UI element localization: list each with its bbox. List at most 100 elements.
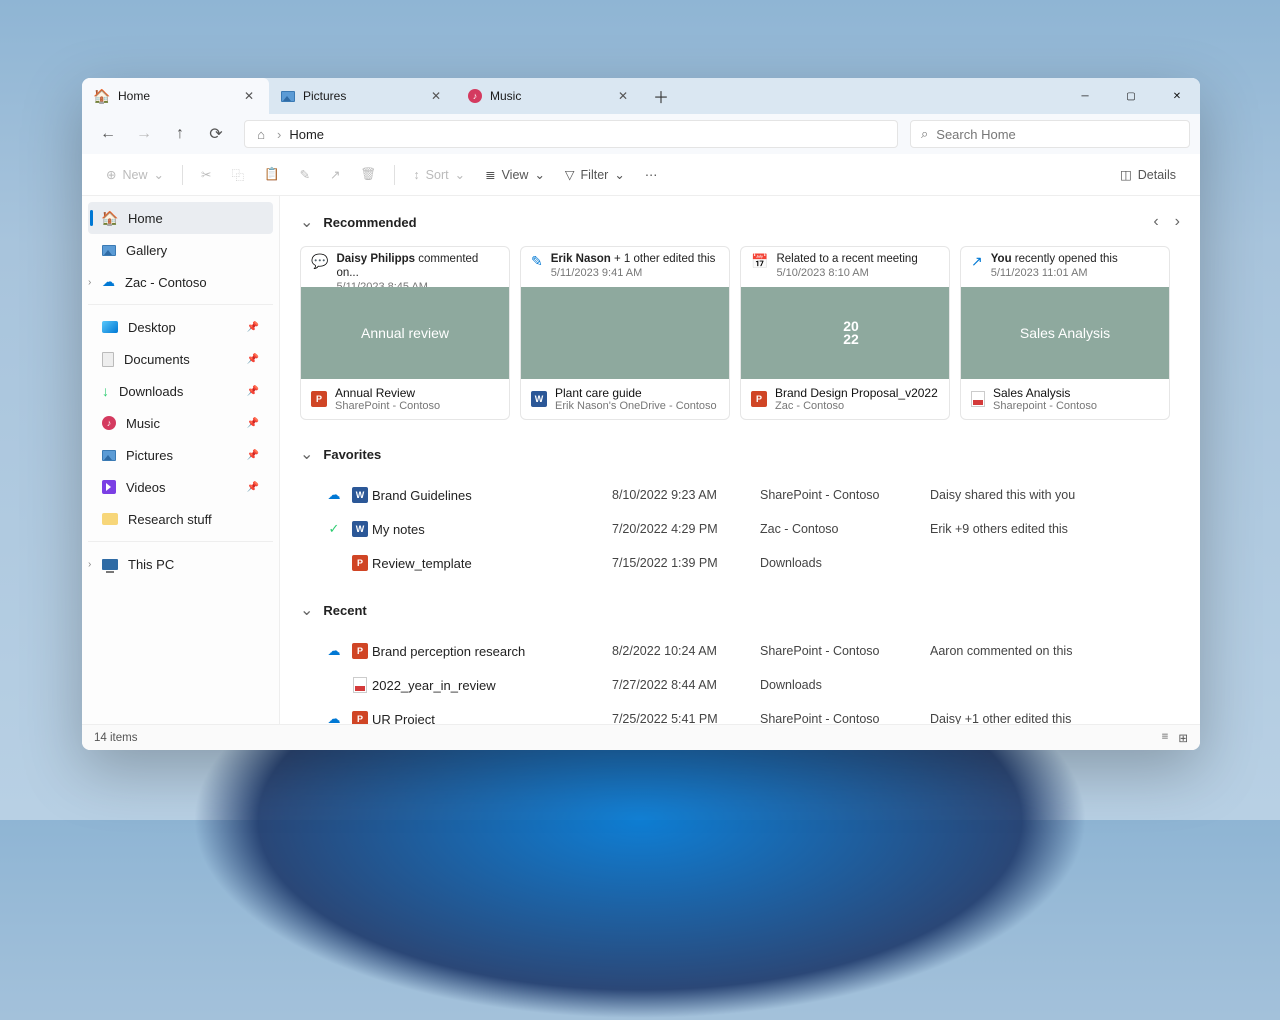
- file-name: Brand perception research: [372, 644, 612, 659]
- close-button[interactable]: ✕: [1154, 78, 1200, 114]
- card-thumbnail: Sales Analysis: [961, 287, 1169, 379]
- section-label: Favorites: [323, 447, 381, 462]
- add-tab-button[interactable]: ＋: [643, 78, 679, 114]
- recommended-card[interactable]: ↗You recently opened this5/11/2023 11:01…: [960, 246, 1170, 420]
- sidebar-item-label: Music: [126, 416, 160, 431]
- next-button[interactable]: ›: [1175, 213, 1180, 231]
- file-date: 8/10/2022 9:23 AM: [612, 488, 760, 502]
- sidebar-item-gallery[interactable]: Gallery: [88, 234, 273, 266]
- sidebar-item-zac-contoso[interactable]: ›☁Zac - Contoso: [88, 266, 273, 298]
- filter-button[interactable]: ▽ Filter ⌄: [557, 161, 633, 189]
- file-row[interactable]: ✓WMy notes7/20/2022 4:29 PMZac - Contoso…: [300, 512, 1180, 546]
- address-input[interactable]: ⌂ › Home: [244, 120, 898, 148]
- share-button[interactable]: ↗: [322, 161, 348, 189]
- tab-pictures[interactable]: Pictures ✕: [269, 78, 456, 114]
- card-title: Sales Analysis: [993, 386, 1097, 400]
- refresh-button[interactable]: ⟳: [200, 118, 232, 150]
- card-time: 5/11/2023 9:41 AM: [551, 267, 716, 279]
- sidebar-item-documents[interactable]: Documents📌: [88, 343, 273, 375]
- card-title: Annual Review: [335, 386, 440, 400]
- card-location: Erik Nason's OneDrive - Contoso: [555, 400, 717, 412]
- card-location: SharePoint - Contoso: [335, 400, 440, 412]
- chevron-down-icon[interactable]: ⌄: [300, 212, 313, 232]
- music-icon: ♪: [102, 416, 116, 430]
- minimize-button[interactable]: ─: [1062, 78, 1108, 114]
- new-button[interactable]: ⊕ New ⌄: [98, 161, 172, 189]
- file-location: SharePoint - Contoso: [760, 644, 930, 658]
- pictures-icon: [102, 245, 116, 256]
- close-icon[interactable]: ✕: [241, 88, 257, 104]
- file-row[interactable]: ☁PBrand perception research8/2/2022 10:2…: [300, 634, 1180, 668]
- chevron-down-icon[interactable]: ⌄: [300, 600, 313, 620]
- sidebar: 🏠Home Gallery ›☁Zac - Contoso Desktop📌Docu…: [82, 196, 280, 724]
- section-header-recommended: ⌄ Recommended ‹ ›: [300, 208, 1180, 236]
- file-location: SharePoint - Contoso: [760, 712, 930, 724]
- tab-home[interactable]: 🏠 Home ✕: [82, 78, 269, 114]
- pin-icon[interactable]: 📌: [247, 482, 259, 493]
- recommended-card[interactable]: 💬Daisy Philipps commented on...5/11/2023…: [300, 246, 510, 420]
- sidebar-item-pictures[interactable]: Pictures 📌: [88, 439, 273, 471]
- file-row[interactable]: ☁PUR Project7/25/2022 5:41 PMSharePoint …: [300, 702, 1180, 724]
- label: Filter: [581, 168, 609, 182]
- recommended-card[interactable]: ✎Erik Nason + 1 other edited this5/11/20…: [520, 246, 730, 420]
- cut-button[interactable]: ✂: [193, 161, 219, 189]
- label: Details: [1138, 168, 1176, 182]
- maximize-button[interactable]: ▢: [1108, 78, 1154, 114]
- details-icon: ◫: [1120, 167, 1132, 182]
- sidebar-item-desktop[interactable]: Desktop📌: [88, 311, 273, 343]
- tab-music[interactable]: ♪ Music ✕: [456, 78, 643, 114]
- chevron-down-icon[interactable]: ⌄: [300, 444, 313, 464]
- sidebar-item-videos[interactable]: Videos📌: [88, 471, 273, 503]
- forward-button[interactable]: →: [128, 118, 160, 150]
- word-icon: W: [352, 521, 368, 537]
- chevron-right-icon[interactable]: ›: [88, 559, 91, 570]
- delete-button[interactable]: 🗑: [353, 161, 385, 189]
- paste-button[interactable]: 📋: [256, 161, 288, 189]
- recommended-card[interactable]: 📅Related to a recent meeting5/10/2023 8:…: [740, 246, 950, 420]
- chevron-right-icon[interactable]: ›: [88, 277, 91, 288]
- sidebar-item-this-pc[interactable]: ›This PC: [88, 548, 273, 580]
- sidebar-item-research-stuff[interactable]: Research stuff: [88, 503, 273, 535]
- sort-button[interactable]: ↕ Sort ⌄: [405, 161, 473, 189]
- home-icon: ⌂: [253, 126, 269, 142]
- file-row[interactable]: PReview_template7/15/2022 1:39 PMDownloa…: [300, 546, 1180, 580]
- back-button[interactable]: ←: [92, 118, 124, 150]
- search-input[interactable]: ⌕ Search Home: [910, 120, 1190, 148]
- plus-icon: ⊕: [106, 167, 116, 182]
- close-icon[interactable]: ✕: [615, 88, 631, 104]
- copy-button[interactable]: ⿻: [223, 161, 252, 189]
- up-button[interactable]: ↑: [164, 118, 196, 150]
- more-icon: ⋯: [645, 167, 658, 182]
- sidebar-item-home[interactable]: 🏠Home: [88, 202, 273, 234]
- sidebar-item-music[interactable]: ♪ Music 📌: [88, 407, 273, 439]
- pin-icon[interactable]: 📌: [247, 322, 259, 333]
- pin-icon[interactable]: 📌: [247, 354, 259, 365]
- prev-button[interactable]: ‹: [1153, 213, 1158, 231]
- titlebar: 🏠 Home ✕ Pictures ✕ ♪ Music ✕ ＋ ─ ▢ ✕: [82, 78, 1200, 114]
- details-pane-button[interactable]: ◫ Details: [1112, 161, 1184, 189]
- file-name: UR Project: [372, 712, 612, 725]
- grid-view-button[interactable]: ⊞: [1178, 731, 1188, 745]
- close-icon[interactable]: ✕: [428, 88, 444, 104]
- home-icon: 🏠: [102, 210, 118, 226]
- rename-button[interactable]: ✎: [292, 161, 318, 189]
- sync-status-icon: ✓: [329, 521, 340, 537]
- section-label: Recommended: [323, 215, 416, 230]
- view-button[interactable]: ≣ View ⌄: [477, 161, 553, 189]
- file-name: Review_template: [372, 556, 612, 571]
- pin-icon[interactable]: 📌: [247, 418, 259, 429]
- sidebar-item-label: Gallery: [126, 243, 167, 258]
- file-row[interactable]: 2022_year_in_review7/27/2022 8:44 AMDown…: [300, 668, 1180, 702]
- label: New: [122, 168, 147, 182]
- more-button[interactable]: ⋯: [637, 161, 666, 189]
- trash-icon: 🗑: [361, 167, 377, 182]
- item-count: 14 items: [94, 732, 137, 744]
- pin-icon[interactable]: 📌: [247, 450, 259, 461]
- sidebar-item-label: Pictures: [126, 448, 173, 463]
- pin-icon[interactable]: 📌: [247, 386, 259, 397]
- file-row[interactable]: ☁WBrand Guidelines8/10/2022 9:23 AMShare…: [300, 478, 1180, 512]
- card-title: Plant care guide: [555, 386, 717, 400]
- explorer-window: 🏠 Home ✕ Pictures ✕ ♪ Music ✕ ＋ ─ ▢ ✕ ← …: [82, 78, 1200, 750]
- list-view-button[interactable]: ≡: [1162, 731, 1169, 745]
- sidebar-item-downloads[interactable]: ↓Downloads📌: [88, 375, 273, 407]
